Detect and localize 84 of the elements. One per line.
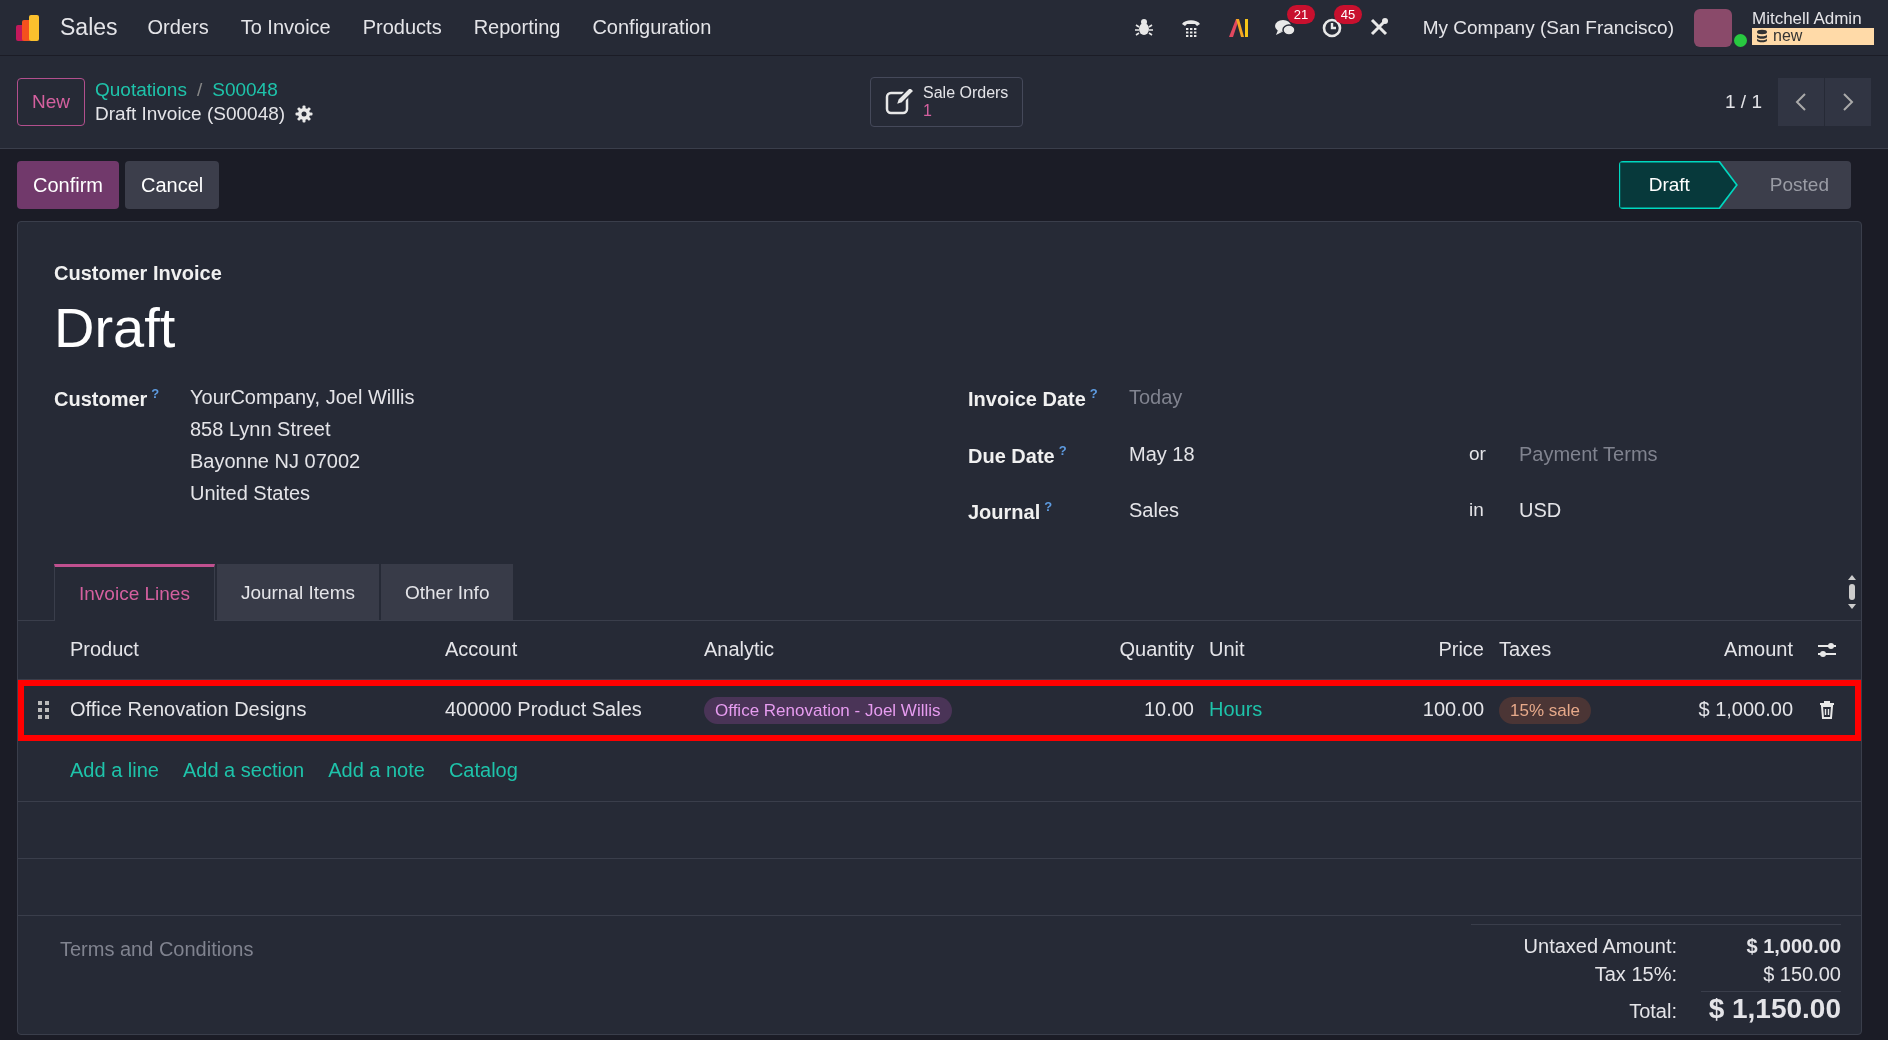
address-line: Bayonne NJ 07002 xyxy=(190,450,362,473)
field-label: Journal xyxy=(968,500,1041,523)
menu-item[interactable]: Products xyxy=(362,16,442,39)
user-name[interactable]: Mitchell Admin xyxy=(1752,10,1874,28)
table-cell: 100.00 xyxy=(1422,698,1484,721)
total-value: $ 1,000.00 xyxy=(1745,934,1841,958)
field-label: Due Date xyxy=(968,444,1055,467)
notebook-tab[interactable]: Other Info xyxy=(380,563,514,620)
help-tooltip[interactable]: ? xyxy=(1044,499,1053,515)
previous-button[interactable] xyxy=(1778,78,1824,126)
new-button[interactable]: New xyxy=(17,78,85,126)
database-tag: new xyxy=(1752,28,1874,45)
status-step[interactable]: Draft xyxy=(1618,161,1738,209)
pager-value: 1 / 1 xyxy=(1725,91,1762,113)
database-icon xyxy=(1756,29,1768,44)
table-cell: $ 1,000.00 xyxy=(1698,698,1793,721)
breadcrumb-separator: / xyxy=(196,79,203,101)
column-header[interactable]: Taxes xyxy=(1484,638,1652,662)
terms-field[interactable]: Terms and Conditions xyxy=(60,937,254,1025)
add-link[interactable]: Add a line xyxy=(70,759,159,783)
scrollbar-icon[interactable] xyxy=(1847,573,1857,610)
column-header[interactable]: Unit xyxy=(1194,638,1371,662)
next-button[interactable] xyxy=(1825,78,1871,126)
app-name[interactable]: Sales xyxy=(60,14,118,41)
menu-item[interactable]: To Invoice xyxy=(240,16,331,39)
field-label: Customer xyxy=(54,387,148,410)
notebook-tab[interactable]: Journal Items xyxy=(216,563,379,620)
field-placeholder[interactable]: Payment Terms xyxy=(1519,442,1658,468)
total-value: $ 150.00 xyxy=(1762,962,1841,986)
help-tooltip[interactable]: ? xyxy=(1058,442,1067,458)
notebook-tab[interactable]: Invoice Lines xyxy=(54,563,215,621)
analytic-tag[interactable]: Office Renovation - Joel Willis xyxy=(704,697,952,725)
counter-badge: 45 xyxy=(1333,4,1363,24)
status-step[interactable]: Posted xyxy=(1719,161,1851,209)
breadcrumb-link[interactable]: S00048 xyxy=(212,79,278,101)
document-type-label: Customer Invoice xyxy=(54,262,223,285)
column-settings-icon[interactable] xyxy=(1817,640,1837,659)
chevron-right-icon xyxy=(1842,92,1854,112)
total-label: Untaxed Amount: xyxy=(1522,934,1677,958)
chevron-left-icon xyxy=(1795,92,1807,112)
table-cell: 400000 Product Sales xyxy=(445,698,642,721)
column-header[interactable]: Account xyxy=(445,638,704,662)
field-value[interactable]: Sales xyxy=(1129,499,1469,524)
smart-button[interactable]: Sale Orders 1 xyxy=(870,77,1024,127)
field-value[interactable]: May 18 xyxy=(1129,442,1469,468)
column-header[interactable]: Analytic xyxy=(704,638,1084,662)
total-label: Tax 15%: xyxy=(1593,962,1677,986)
menu-item[interactable]: Configuration xyxy=(592,16,712,39)
add-link[interactable]: Add a note xyxy=(328,759,425,783)
drag-handle-icon[interactable] xyxy=(38,700,50,719)
table-cell: Office Renovation Designs xyxy=(70,698,307,721)
add-link[interactable]: Catalog xyxy=(448,759,518,783)
column-header[interactable]: Product xyxy=(70,638,445,662)
record-title: Draft Invoice (S00048) xyxy=(95,103,286,125)
address-line: United States xyxy=(190,482,312,505)
edit-icon xyxy=(885,88,915,116)
cancel-button[interactable]: Cancel xyxy=(125,161,220,209)
address-line: 858 Lynn Street xyxy=(190,418,332,441)
document-title: Draft xyxy=(54,295,177,360)
delete-icon[interactable] xyxy=(1819,700,1835,719)
breadcrumb-link[interactable]: Quotations xyxy=(95,79,187,101)
tax-tag[interactable]: 15% sale xyxy=(1499,697,1591,725)
column-header[interactable]: Amount xyxy=(1652,638,1793,662)
menu-item[interactable]: Reporting xyxy=(473,16,561,39)
table-cell: 10.00 xyxy=(1143,698,1194,721)
confirm-button[interactable]: Confirm xyxy=(17,161,119,209)
counter-badge: 21 xyxy=(1286,4,1316,24)
column-header[interactable]: Quantity xyxy=(1084,638,1194,662)
settings-icon[interactable] xyxy=(295,105,314,123)
help-tooltip[interactable]: ? xyxy=(1089,386,1098,401)
help-tooltip[interactable]: ? xyxy=(151,386,160,401)
customer-link[interactable]: YourCompany, Joel Willis xyxy=(190,386,415,409)
field-label: Invoice Date xyxy=(968,387,1086,410)
unit-link[interactable]: Hours xyxy=(1209,698,1263,721)
column-header[interactable]: Price xyxy=(1371,638,1484,662)
add-link[interactable]: Add a section xyxy=(182,759,305,783)
total-value: $ 1,150.00 xyxy=(1701,990,1841,1025)
total-label: Total: xyxy=(1628,999,1677,1023)
joiner-text: in xyxy=(1469,499,1485,523)
menu-item[interactable]: Orders xyxy=(147,16,209,39)
field-value[interactable]: USD xyxy=(1519,499,1658,524)
company-switcher[interactable]: My Company (San Francisco) xyxy=(1422,16,1674,39)
joiner-text: or xyxy=(1469,442,1487,466)
field-placeholder[interactable]: Today xyxy=(1129,386,1469,411)
